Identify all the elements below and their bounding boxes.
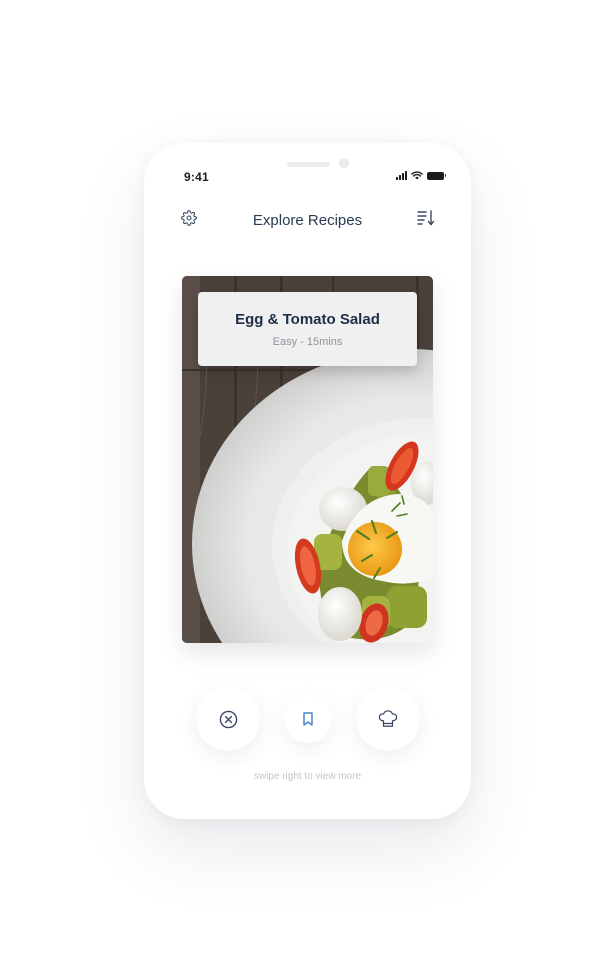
battery-icon — [427, 171, 446, 180]
status-time: 9:41 — [184, 170, 209, 184]
dismiss-button[interactable] — [196, 687, 260, 751]
recipe-label: Egg & Tomato Salad Easy - 15mins — [198, 292, 417, 366]
recipe-card[interactable]: Egg & Tomato Salad Easy - 15mins — [182, 276, 433, 643]
front-camera — [339, 158, 349, 168]
cook-button[interactable] — [356, 687, 420, 751]
phone-frame: 9:41 Explore Recipes Egg & Tomato Salad … — [144, 143, 471, 819]
sort-icon[interactable] — [417, 209, 435, 227]
swipe-hint: swipe right to view more — [253, 771, 362, 782]
recipe-name: Egg & Tomato Salad — [235, 311, 380, 328]
status-icons — [396, 171, 446, 180]
close-circle-icon — [219, 710, 237, 728]
cellular-signal-icon — [396, 171, 407, 180]
speaker-grille — [287, 162, 330, 167]
bookmark-icon — [303, 712, 313, 726]
recipe-meta: Easy - 15mins — [272, 336, 343, 348]
bookmark-button[interactable] — [284, 695, 332, 743]
chef-hat-icon — [378, 710, 398, 727]
wifi-icon — [411, 171, 423, 180]
